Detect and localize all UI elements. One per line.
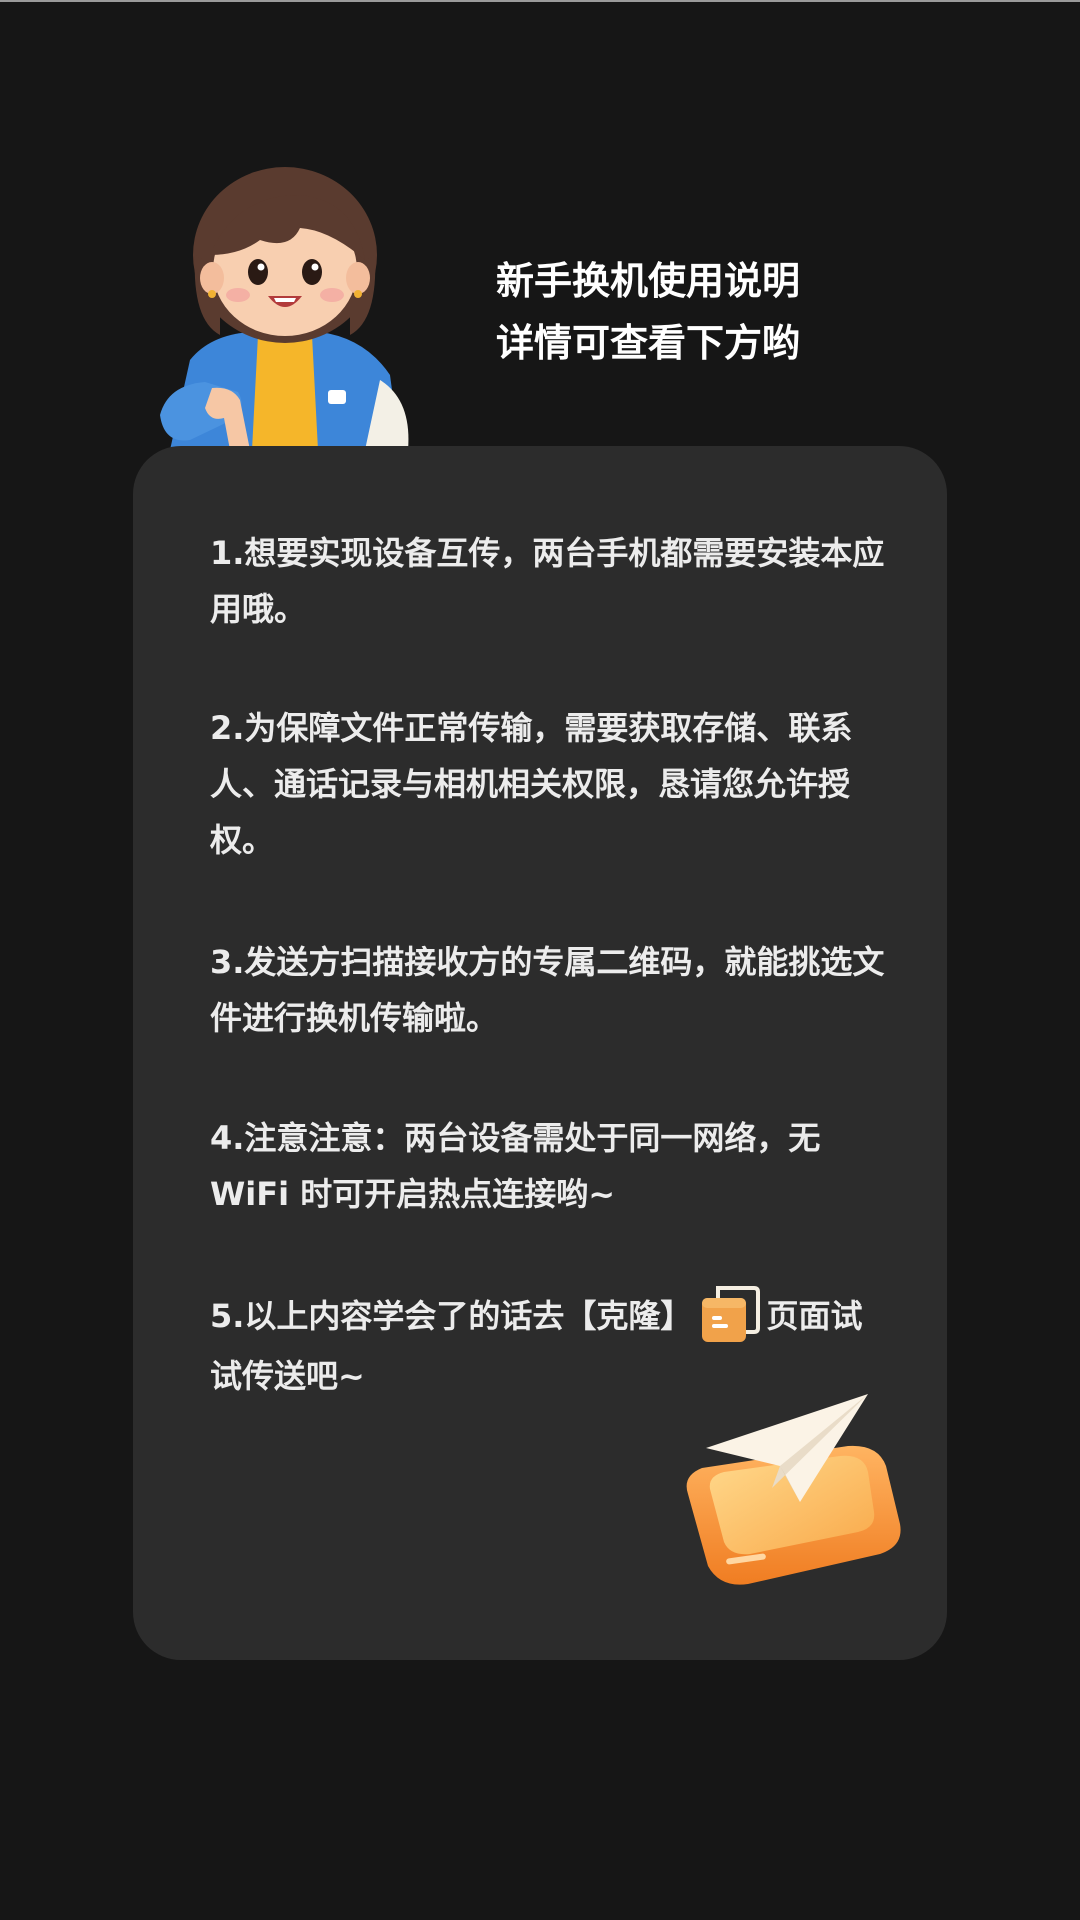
top-divider xyxy=(0,0,1080,2)
mascot-illustration xyxy=(150,160,420,450)
tip-4: 4.注意注意：两台设备需处于同一网络，无WiFi 时可开启热点连接哟~ xyxy=(210,1119,821,1213)
tip-1: 1.想要实现设备互传，两台手机都需要安装本应用哦。 xyxy=(210,534,885,628)
screen: 新手换机使用说明 详情可查看下方哟 1.想要实现设备互传，两台手机都需要安装本应… xyxy=(0,0,1080,1920)
tip-5-text-before: 5.以上内容学会了的话去【克隆】 xyxy=(210,1297,693,1335)
title-line-2: 详情可查看下方哟 xyxy=(496,321,801,365)
title-line-1: 新手换机使用说明 xyxy=(496,259,801,303)
tip-3: 3.发送方扫描接收方的专属二维码，就能挑选文件进行换机传输啦。 xyxy=(210,943,885,1037)
page-title: 新手换机使用说明 详情可查看下方哟 xyxy=(496,250,800,374)
tip-2: 2.为保障文件正常传输，需要获取存储、联系人、通话记录与相机相关权限，恳请您允许… xyxy=(210,709,853,859)
clone-folder-icon xyxy=(698,1284,761,1344)
paper-plane-box-illustration xyxy=(668,1384,908,1590)
